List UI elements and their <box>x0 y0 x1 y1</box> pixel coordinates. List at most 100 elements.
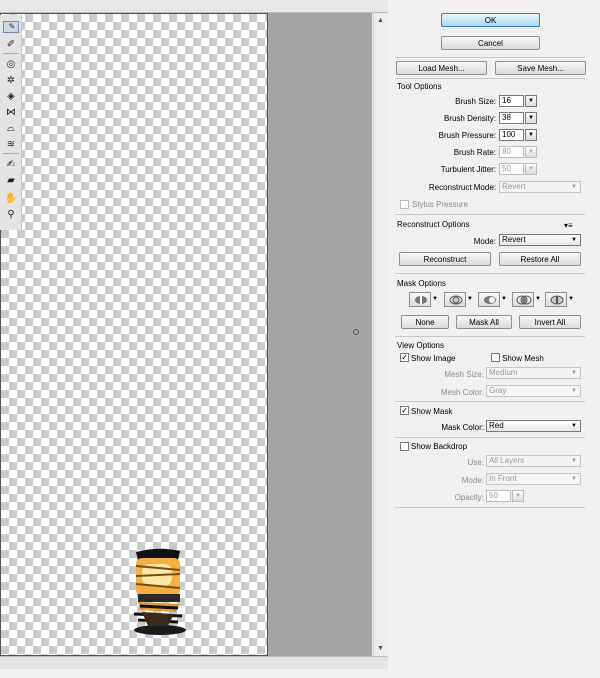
opacity-dropdown-icon: ▼ <box>512 490 524 502</box>
subtract-from-selection-mask-button[interactable] <box>478 292 500 307</box>
push-left-tool-icon[interactable]: ⋈ <box>3 105 19 119</box>
load-mesh-button[interactable]: Load Mesh... <box>396 61 487 75</box>
save-mesh-button[interactable]: Save Mesh... <box>495 61 586 75</box>
show-image-checkbox[interactable]: ✓ <box>400 353 409 362</box>
opacity-label: Opacity: <box>454 493 484 502</box>
tool-divider <box>3 153 19 154</box>
show-mask-label: Show Mask <box>411 407 453 416</box>
cancel-button[interactable]: Cancel <box>441 36 540 50</box>
tool-strip: ✎ ✐ ◎ ✲ ◈ ⋈ ⌓ ≋ ✍ ▰ ✋ ⚲ <box>0 15 22 230</box>
invert-selection-icon <box>550 295 564 305</box>
reconstruct-mode-select: Revert ▼ <box>499 181 581 193</box>
brush-density-dropdown-icon[interactable]: ▼ <box>525 112 537 124</box>
opacity-input: 50 <box>486 490 511 502</box>
invert-all-button[interactable]: Invert All <box>519 315 581 329</box>
subtract-from-selection-icon <box>484 296 496 304</box>
reconstruct-options-mode-select[interactable]: Revert ▼ <box>499 234 581 246</box>
divider <box>395 78 585 79</box>
chevron-down-icon[interactable]: ▼ <box>535 296 541 302</box>
reconstruct-tool-icon[interactable]: ✐ <box>3 37 19 51</box>
options-panel: OK Cancel Load Mesh... Save Mesh... Tool… <box>388 0 600 678</box>
divider <box>395 336 585 337</box>
use-label: Use: <box>467 458 484 467</box>
warped-lamp-image <box>133 548 186 635</box>
invert-selection-mask-button[interactable] <box>545 292 567 307</box>
stylus-pressure-checkbox <box>400 200 409 209</box>
brush-rate-label: Brush Rate: <box>453 148 496 157</box>
brush-pressure-label: Brush Pressure: <box>438 131 496 140</box>
chevron-down-icon[interactable]: ▼ <box>467 296 473 302</box>
chevron-down-icon[interactable]: ▼ <box>568 296 574 302</box>
freeze-mask-tool-icon[interactable]: ✍ <box>3 157 19 171</box>
mesh-color-label: Mesh Color: <box>440 388 484 397</box>
mask-color-select[interactable]: Red ▼ <box>486 420 581 432</box>
show-mask-checkbox[interactable]: ✓ <box>400 406 409 415</box>
ok-button[interactable]: OK <box>441 13 540 27</box>
turbulent-jitter-input: 50 <box>499 163 524 175</box>
forward-warp-tool-icon[interactable]: ✎ <box>3 21 19 33</box>
divider <box>395 273 585 274</box>
brush-cursor-icon <box>353 329 359 335</box>
reconstruct-options-mode-value: Revert <box>502 235 526 244</box>
divider <box>395 507 585 508</box>
divider <box>395 437 585 438</box>
show-mesh-label: Show Mesh <box>502 354 544 363</box>
mesh-color-select: Gray ▼ <box>486 385 581 397</box>
brush-density-input[interactable]: 38 <box>499 112 524 124</box>
view-options-title: View Options <box>397 341 444 350</box>
brush-density-label: Brush Density: <box>443 114 496 123</box>
show-mesh-checkbox[interactable] <box>491 353 500 362</box>
mask-none-button[interactable]: None <box>401 315 449 329</box>
brush-rate-dropdown-icon: ▼ <box>525 146 537 158</box>
use-select: All Layers ▼ <box>486 455 581 467</box>
chevron-down-icon: ▼ <box>571 423 577 429</box>
scroll-up-icon[interactable]: ▲ <box>377 17 384 24</box>
chevron-down-icon[interactable]: ▼ <box>432 296 438 302</box>
chevron-down-icon: ▼ <box>571 370 577 376</box>
turbulent-jitter-label: Turbulent Jitter: <box>440 165 496 174</box>
mask-all-button[interactable]: Mask All <box>456 315 512 329</box>
chevron-down-icon: ▼ <box>571 458 577 464</box>
turbulence-tool-icon[interactable]: ≋ <box>3 137 19 151</box>
show-image-label: Show Image <box>411 354 456 363</box>
show-backdrop-checkbox[interactable] <box>400 442 409 451</box>
intersect-selection-mask-button[interactable] <box>512 292 534 307</box>
zoom-tool-icon[interactable]: ⚲ <box>3 207 19 221</box>
scroll-down-icon[interactable]: ▼ <box>377 645 384 652</box>
stylus-pressure-label: Stylus Pressure <box>412 200 469 209</box>
brush-size-input[interactable]: 16 <box>499 95 524 107</box>
add-to-selection-icon <box>449 295 463 305</box>
brush-size-label: Brush Size: <box>455 97 496 106</box>
chevron-down-icon: ▼ <box>571 476 577 482</box>
replace-selection-mask-button[interactable] <box>409 292 431 307</box>
replace-selection-icon <box>415 296 427 304</box>
brush-pressure-dropdown-icon[interactable]: ▼ <box>525 129 537 141</box>
thaw-mask-tool-icon[interactable]: ▰ <box>3 173 19 187</box>
hand-tool-icon[interactable]: ✋ <box>3 191 19 205</box>
chevron-down-icon: ▼ <box>571 184 577 190</box>
tool-divider <box>3 53 19 54</box>
vertical-scrollbar[interactable]: ▲ ▼ <box>373 13 387 656</box>
horizontal-scrollbar[interactable] <box>0 656 388 669</box>
brush-pressure-input[interactable]: 100 <box>499 129 524 141</box>
bloat-tool-icon[interactable]: ◈ <box>3 89 19 103</box>
turbulent-jitter-dropdown-icon: ▼ <box>525 163 537 175</box>
mesh-color-value: Gray <box>489 386 507 395</box>
twirl-clockwise-tool-icon[interactable]: ◎ <box>3 57 19 71</box>
divider <box>395 57 585 58</box>
restore-all-button[interactable]: Restore All <box>499 252 581 266</box>
use-value: All Layers <box>489 456 525 465</box>
reconstruct-button[interactable]: Reconstruct <box>399 252 491 266</box>
brush-size-dropdown-icon[interactable]: ▼ <box>525 95 537 107</box>
panel-menu-icon[interactable]: ▾≡ <box>564 221 573 230</box>
chevron-down-icon[interactable]: ▼ <box>501 296 507 302</box>
window-top-strip <box>0 0 388 13</box>
backdrop-mode-select: In Front ▼ <box>486 473 581 485</box>
mirror-tool-icon[interactable]: ⌓ <box>3 121 19 135</box>
add-to-selection-mask-button[interactable] <box>444 292 466 307</box>
mask-color-value: Red <box>489 421 504 430</box>
backdrop-mode-value: In Front <box>489 474 517 483</box>
pucker-tool-icon[interactable]: ✲ <box>3 73 19 87</box>
divider <box>395 214 585 215</box>
mesh-size-label: Mesh Size: <box>444 370 484 379</box>
